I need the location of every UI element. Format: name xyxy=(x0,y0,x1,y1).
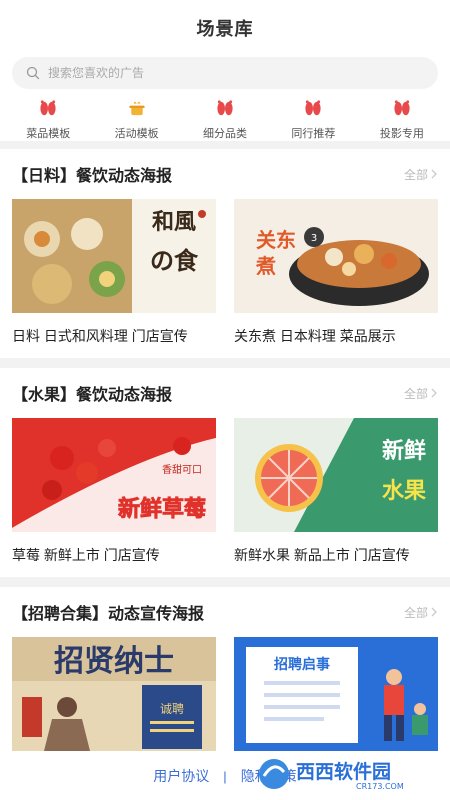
feet-icon xyxy=(305,100,322,116)
poster-thumbnail: 新鲜 水果 xyxy=(234,418,438,532)
pot-icon xyxy=(129,101,145,116)
section-title: 【招聘合集】动态宣传海报 xyxy=(12,606,205,623)
svg-text:水果: 水果 xyxy=(382,479,426,504)
category-event-templates[interactable]: 活动模板 xyxy=(92,99,180,141)
section-header: 【水果】餐饮动态海报 全部 xyxy=(12,368,438,418)
svg-text:新鲜草莓: 新鲜草莓 xyxy=(118,496,206,522)
card-caption: 关东煮 日本料理 菜品展示 xyxy=(234,328,396,344)
category-label: 投影专用 xyxy=(379,128,424,140)
search-bar[interactable] xyxy=(12,57,438,89)
section-japanese: 【日料】餐饮动态海报 全部 和風 の食 日料 日式和风料理 门店宣传 3 关东 … xyxy=(0,149,450,346)
template-card[interactable]: 和風 の食 日料 日式和风料理 门店宣传 xyxy=(12,199,216,346)
card-caption: 新鲜水果 新品上市 门店宣传 xyxy=(234,547,410,563)
card-row: 香甜可口 新鲜草莓 草莓 新鲜上市 门店宣传 新鲜 水果 新鲜水果 新品上市 门… xyxy=(12,418,438,565)
view-all-link[interactable]: 全部 xyxy=(404,604,438,621)
poster-thumbnail: 招聘启事 xyxy=(234,637,438,751)
section-divider xyxy=(0,358,450,368)
category-projection[interactable]: 投影专用 xyxy=(358,99,446,141)
search-input[interactable] xyxy=(48,66,348,80)
template-card[interactable]: 3 关东 煮 关东煮 日本料理 菜品展示 xyxy=(234,199,438,346)
chevron-right-icon xyxy=(431,388,437,398)
svg-text:CR173.COM: CR173.COM xyxy=(356,782,404,791)
view-all-link[interactable]: 全部 xyxy=(404,166,438,183)
feet-icon xyxy=(394,100,410,116)
page-title: 场景库 xyxy=(196,19,254,39)
category-row: 菜品模板 活动模板 细分品类 同行推荐 投影专用 xyxy=(0,89,450,141)
svg-text:の食: の食 xyxy=(150,246,199,275)
section-fruit: 【水果】餐饮动态海报 全部 香甜可口 新鲜草莓 草莓 新鲜上市 门店宣传 新鲜 … xyxy=(0,368,450,565)
poster-subtext: 香甜可口 xyxy=(162,463,202,476)
feet-icon xyxy=(217,100,233,116)
view-all-label: 全部 xyxy=(403,605,428,620)
section-title: 【日料】餐饮动态海报 xyxy=(12,168,173,185)
section-header: 【日料】餐饮动态海报 全部 xyxy=(12,149,438,199)
user-agreement-link[interactable]: 用户协议 xyxy=(153,766,209,786)
search-icon xyxy=(26,66,40,80)
poster-subtext: 诚聘 xyxy=(160,702,184,716)
template-card[interactable]: 新鲜 水果 新鲜水果 新品上市 门店宣传 xyxy=(234,418,438,565)
svg-text:招聘启事: 招聘启事 xyxy=(274,656,330,673)
category-label: 细分品类 xyxy=(203,128,248,140)
svg-text:3: 3 xyxy=(311,233,317,244)
divider xyxy=(0,141,450,149)
feet-icon xyxy=(40,100,56,116)
view-all-label: 全部 xyxy=(403,386,428,401)
svg-text:和風: 和風 xyxy=(152,209,196,235)
category-label: 菜品模板 xyxy=(26,128,71,140)
footer-separator: | xyxy=(223,768,227,784)
category-label: 同行推荐 xyxy=(291,128,336,140)
svg-text:招贤纳士: 招贤纳士 xyxy=(54,644,174,679)
card-caption: 日料 日式和风料理 门店宣传 xyxy=(12,328,188,344)
watermark-logo: 西西软件园 CR173.COM xyxy=(259,759,404,791)
category-label: 活动模板 xyxy=(114,128,159,140)
section-divider xyxy=(0,577,450,587)
poster-thumbnail: 香甜可口 新鲜草莓 xyxy=(12,418,216,532)
chevron-right-icon xyxy=(431,607,437,617)
svg-text:西西软件园: 西西软件园 xyxy=(296,760,391,783)
poster-thumbnail: 3 关东 煮 xyxy=(234,199,438,313)
section-header: 【招聘合集】动态宣传海报 全部 xyxy=(12,587,438,637)
scene-library-page: 场景库 菜品模板 活动模板 xyxy=(0,0,450,800)
card-caption: 草莓 新鲜上市 门店宣传 xyxy=(12,547,160,563)
category-subdivided[interactable]: 细分品类 xyxy=(181,99,269,141)
svg-text:煮: 煮 xyxy=(255,254,276,278)
top-bar: 场景库 xyxy=(0,0,450,56)
chevron-right-icon xyxy=(431,169,437,179)
svg-text:关东: 关东 xyxy=(256,228,296,252)
view-all-label: 全部 xyxy=(403,167,428,182)
svg-text:新鲜: 新鲜 xyxy=(382,438,426,464)
poster-thumbnail: 招贤纳士 诚聘 xyxy=(12,637,216,751)
card-row: 和風 の食 日料 日式和风料理 门店宣传 3 关东 煮 关东煮 日本料理 菜品展… xyxy=(12,199,438,346)
poster-thumbnail: 和風 の食 xyxy=(12,199,216,313)
category-dish-templates[interactable]: 菜品模板 xyxy=(4,99,92,141)
view-all-link[interactable]: 全部 xyxy=(404,385,438,402)
template-card[interactable]: 香甜可口 新鲜草莓 草莓 新鲜上市 门店宣传 xyxy=(12,418,216,565)
section-title: 【水果】餐饮动态海报 xyxy=(12,387,173,404)
category-peer-recommend[interactable]: 同行推荐 xyxy=(269,99,357,141)
